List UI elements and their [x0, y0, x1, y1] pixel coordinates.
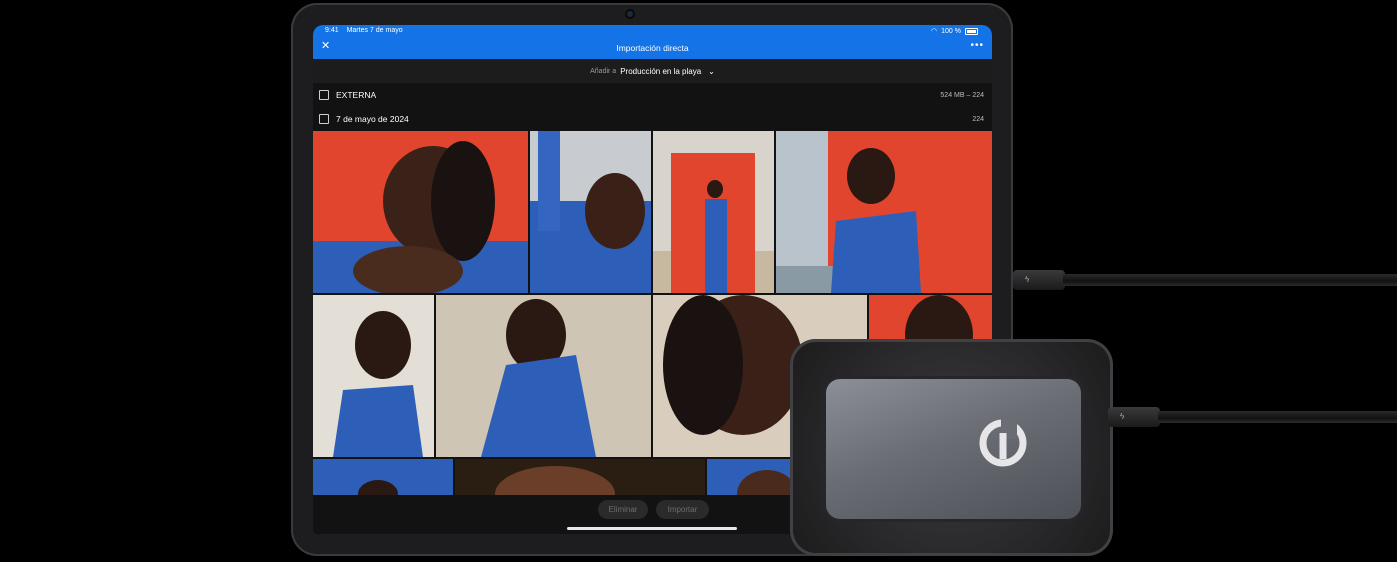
cable-connector: ϟ — [1013, 270, 1065, 290]
status-date: Martes 7 de mayo — [346, 27, 403, 34]
home-indicator — [567, 527, 737, 530]
chevron-down-icon: ⌄ — [708, 66, 715, 76]
photo-thumbnail[interactable] — [436, 295, 651, 457]
source-meta: 224 — [972, 115, 984, 123]
battery-icon — [965, 27, 978, 35]
photo-thumbnail[interactable] — [313, 131, 528, 293]
checkbox[interactable] — [319, 90, 329, 100]
battery-percent: 100 % — [941, 27, 961, 35]
add-to-album-selector[interactable]: Añadir a Producción en la playa ⌄ — [313, 59, 992, 83]
external-drive — [790, 339, 1113, 556]
thunderbolt-icon: ϟ — [1025, 275, 1030, 284]
photo-thumbnail[interactable] — [776, 131, 992, 293]
delete-button[interactable]: Eliminar — [598, 500, 648, 519]
drive-faceplate — [826, 379, 1081, 519]
front-camera — [627, 11, 633, 17]
photo-thumbnail[interactable] — [455, 459, 705, 499]
status-time: 9:41 — [325, 27, 339, 34]
checkbox[interactable] — [319, 114, 329, 124]
album-name: Producción en la playa — [620, 66, 702, 76]
source-label: EXTERNA — [336, 90, 377, 100]
source-meta: 524 MB – 224 — [940, 91, 984, 99]
photo-thumbnail[interactable] — [313, 295, 434, 457]
import-button[interactable]: Importar — [656, 500, 709, 519]
photo-thumbnail[interactable] — [530, 131, 651, 293]
more-icon[interactable]: ••• — [970, 40, 984, 51]
add-to-label: Añadir a — [590, 67, 617, 75]
drive-logo-icon — [979, 419, 1027, 467]
page-title: Importación directa — [616, 43, 689, 53]
usb-cable — [1158, 411, 1397, 423]
thunderbolt-icon: ϟ — [1120, 412, 1125, 421]
usb-cable — [1063, 274, 1397, 286]
wifi-icon: ◠ — [931, 28, 938, 35]
status-indicators: ◠ 100 % — [931, 27, 978, 35]
source-row-external[interactable]: EXTERNA 524 MB – 224 — [313, 83, 992, 107]
photo-thumbnail[interactable] — [653, 131, 774, 293]
photo-thumbnail[interactable] — [313, 459, 453, 499]
header-bar: 9:41 Martes 7 de mayo ◠ 100 % ✕ Importac… — [313, 25, 992, 59]
status-bar: 9:41 Martes 7 de mayo — [325, 27, 403, 34]
cable-connector: ϟ — [1108, 407, 1160, 427]
source-row-date[interactable]: 7 de mayo de 2024 224 — [313, 107, 992, 131]
source-label: 7 de mayo de 2024 — [336, 114, 409, 124]
